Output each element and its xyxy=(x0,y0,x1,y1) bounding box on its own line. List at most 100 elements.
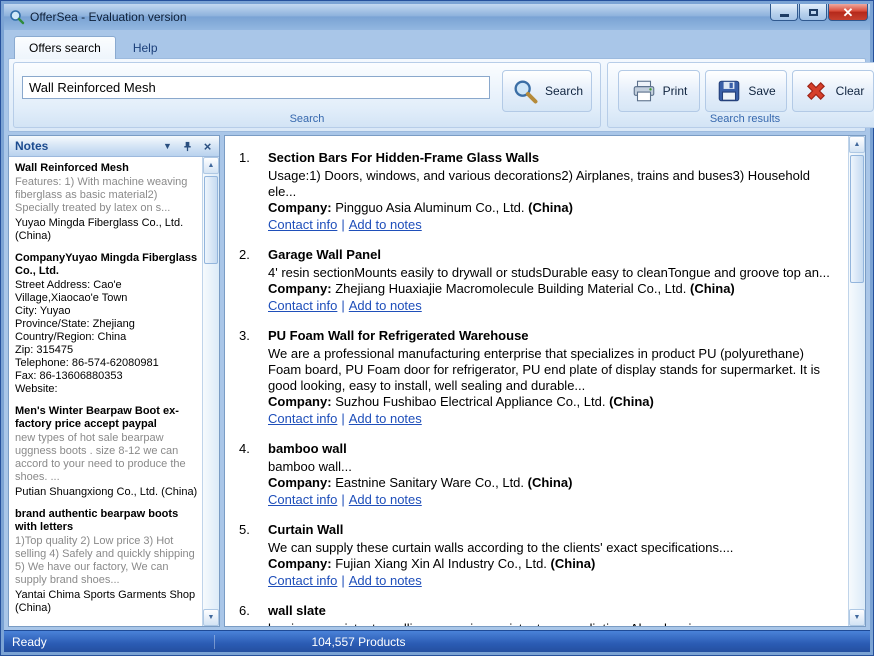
notes-scroll-up-icon[interactable]: ▲ xyxy=(203,157,219,174)
note-detail-line: City: Yuyao xyxy=(15,305,198,318)
results-scroll-up-icon[interactable]: ▲ xyxy=(849,136,865,153)
add-to-notes-link[interactable]: Add to notes xyxy=(349,573,422,588)
company-country: (China) xyxy=(528,200,573,215)
content-area: Notes ▼ × Wall Reinforced Mesh Features:… xyxy=(1,132,873,630)
notes-scroll-thumb[interactable] xyxy=(204,176,218,264)
link-separator: | xyxy=(341,492,344,507)
results-scroll-track[interactable] xyxy=(849,153,865,609)
maximize-button[interactable] xyxy=(799,4,827,21)
results-scroll-down-icon[interactable]: ▼ xyxy=(849,609,865,626)
results-list: 1. Section Bars For Hidden-Frame Glass W… xyxy=(225,136,848,626)
note-description: new types of hot sale bearpaw uggness bo… xyxy=(15,432,198,484)
search-input[interactable] xyxy=(22,76,490,99)
search-button-label: Search xyxy=(545,84,583,98)
result-company-line: Company: Pingguo Asia Aluminum Co., Ltd.… xyxy=(268,200,840,216)
note-item[interactable]: CompanyYuyao Mingda Fiberglass Co., Ltd.… xyxy=(15,252,198,396)
add-to-notes-link[interactable]: Add to notes xyxy=(349,298,422,313)
search-button[interactable]: Search xyxy=(502,70,592,112)
result-links: Contact info|Add to notes xyxy=(268,411,840,427)
note-title: CompanyYuyao Mingda Fiberglass Co., Ltd. xyxy=(15,252,198,278)
search-icon xyxy=(511,77,539,105)
add-to-notes-link[interactable]: Add to notes xyxy=(349,411,422,426)
result-item: 4. bamboo wall bamboo wall... Company: E… xyxy=(239,441,840,508)
result-number: 6. xyxy=(239,603,259,626)
result-item: 1. Section Bars For Hidden-Frame Glass W… xyxy=(239,150,840,233)
result-links: Contact info | Add to notes xyxy=(268,573,840,589)
contact-info-link[interactable]: Contact info xyxy=(268,492,337,507)
result-title: Section Bars For Hidden-Frame Glass Wall… xyxy=(268,150,840,166)
company-name: Suzhou Fushibao Electrical Appliance Co.… xyxy=(335,394,609,409)
result-title: wall slate xyxy=(268,603,840,619)
window-title: OfferSea - Evaluation version xyxy=(30,10,765,24)
link-separator: | xyxy=(341,573,344,588)
result-description: bamboo wall... xyxy=(268,459,840,475)
note-title: Wall Reinforced Mesh xyxy=(15,162,198,175)
results-panel: 1. Section Bars For Hidden-Frame Glass W… xyxy=(224,135,866,627)
result-description: 4' resin sectionMounts easily to drywall… xyxy=(268,265,840,281)
contact-info-link[interactable]: Contact info xyxy=(268,298,337,313)
print-button-label: Print xyxy=(663,84,688,98)
minimize-icon xyxy=(780,14,789,17)
company-country: (China) xyxy=(551,556,596,571)
status-bar: Ready 104,557 Products xyxy=(4,630,870,652)
save-button[interactable]: Save xyxy=(705,70,787,112)
clear-icon xyxy=(802,77,830,105)
search-results-group-label: Search results xyxy=(608,113,874,125)
result-description: We are a professional manufacturing ente… xyxy=(268,346,840,394)
result-description: We can supply these curtain walls accord… xyxy=(268,540,840,556)
close-button[interactable]: ✕ xyxy=(828,4,868,21)
status-products-count: 104,557 Products xyxy=(214,635,502,649)
note-item[interactable]: Men's Winter Bearpaw Boot ex-factory pri… xyxy=(15,405,198,499)
note-title: Men's Winter Bearpaw Boot ex-factory pri… xyxy=(15,405,198,431)
print-icon xyxy=(631,78,657,104)
company-label: Company: xyxy=(268,200,332,215)
result-title: PU Foam Wall for Refrigerated Warehouse xyxy=(268,328,840,344)
minimize-button[interactable] xyxy=(770,4,798,21)
add-to-notes-link[interactable]: Add to notes xyxy=(349,492,422,507)
note-item[interactable]: brand authentic bearpaw boots with lette… xyxy=(15,508,198,615)
search-group: Search Search xyxy=(13,62,601,128)
result-item: 2. Garage Wall Panel 4' resin sectionMou… xyxy=(239,247,840,314)
results-scrollbar[interactable]: ▲ ▼ xyxy=(848,136,865,626)
result-number: 1. xyxy=(239,150,259,233)
result-links: Contact info | Add to notes xyxy=(268,298,840,314)
contact-info-link[interactable]: Contact info xyxy=(268,411,337,426)
result-number: 2. xyxy=(239,247,259,314)
contact-info-link[interactable]: Contact info xyxy=(268,217,337,232)
company-label: Company: xyxy=(268,556,332,571)
maximize-icon xyxy=(809,9,818,16)
company-name: Eastnine Sanitary Ware Co., Ltd. xyxy=(335,475,527,490)
pin-icon[interactable] xyxy=(180,139,195,154)
note-item[interactable]: Wall Reinforced Mesh Features: 1) With m… xyxy=(15,162,198,243)
tab-help[interactable]: Help xyxy=(118,36,173,59)
titlebar: OfferSea - Evaluation version ✕ xyxy=(4,4,870,30)
results-scroll-thumb[interactable] xyxy=(850,155,864,283)
clear-button[interactable]: Clear xyxy=(792,70,874,112)
status-ready: Ready xyxy=(4,635,214,649)
notes-close-icon[interactable]: × xyxy=(200,139,215,154)
print-button[interactable]: Print xyxy=(618,70,700,112)
notes-scrollbar[interactable]: ▲ ▼ xyxy=(202,157,219,626)
chevron-down-icon[interactable]: ▼ xyxy=(160,139,175,154)
result-company-line: Company: Zhejiang Huaxiajie Macromolecul… xyxy=(268,281,840,297)
search-results-group: Print Save Clear Search results xyxy=(607,62,874,128)
note-description: Features: 1) With machine weaving fiberg… xyxy=(15,176,198,215)
app-icon xyxy=(9,9,25,25)
notes-list: Wall Reinforced Mesh Features: 1) With m… xyxy=(9,157,202,626)
notes-scroll-down-icon[interactable]: ▼ xyxy=(203,609,219,626)
note-detail-line: Telephone: 86-574-62080981 xyxy=(15,357,198,370)
company-label: Company: xyxy=(268,475,332,490)
note-detail-line: Province/State: Zhejiang xyxy=(15,318,198,331)
note-title: brand authentic bearpaw boots with lette… xyxy=(15,508,198,534)
contact-info-link[interactable]: Contact info xyxy=(268,573,337,588)
link-separator: | xyxy=(341,298,344,313)
result-item: 5. Curtain Wall We can supply these curt… xyxy=(239,522,840,589)
search-group-label: Search xyxy=(14,113,600,125)
add-to-notes-link[interactable]: Add to notes xyxy=(349,217,422,232)
app-window: OfferSea - Evaluation version ✕ Offers s… xyxy=(0,0,874,656)
result-number: 3. xyxy=(239,328,259,427)
notes-scroll-track[interactable] xyxy=(203,174,219,609)
tab-offers-search[interactable]: Offers search xyxy=(14,36,116,59)
notes-panel-header: Notes ▼ × xyxy=(9,136,219,157)
result-item: 3. PU Foam Wall for Refrigerated Warehou… xyxy=(239,328,840,427)
